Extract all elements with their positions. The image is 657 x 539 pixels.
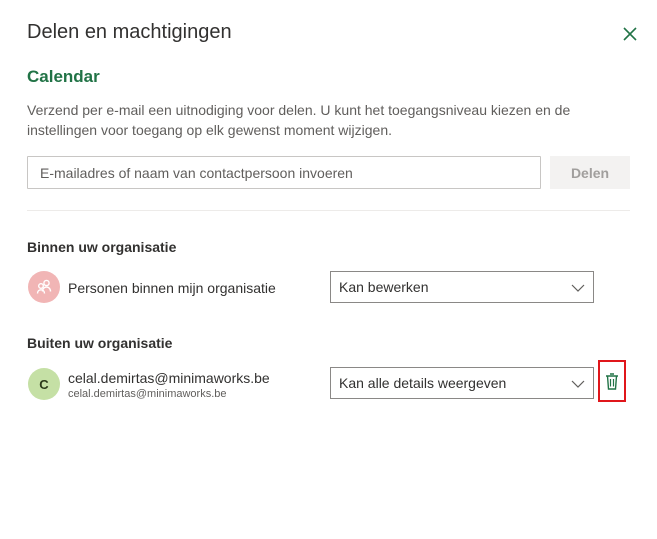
trash-icon [606, 372, 618, 390]
divider [27, 210, 630, 211]
person-email: celal.demirtas@minimaworks.be [68, 388, 227, 400]
avatar: C [28, 368, 60, 400]
permission-dropdown[interactable]: Kan alle details weergeven [330, 367, 594, 399]
permission-dropdown[interactable]: Kan bewerken [330, 271, 594, 303]
avatar [28, 271, 60, 303]
permission-value: Kan bewerken [339, 279, 429, 295]
people-icon [36, 279, 52, 294]
close-button[interactable] [619, 23, 641, 45]
share-description: Verzend per e-mail een uitnodiging voor … [27, 102, 571, 138]
chevron-down-icon [571, 284, 585, 292]
close-icon [623, 27, 637, 41]
recipient-input[interactable] [27, 156, 541, 189]
section-heading-outside: Buiten uw organisatie [27, 335, 173, 351]
person-name: Personen binnen mijn organisatie [68, 280, 276, 296]
calendar-name: Calendar [27, 67, 100, 86]
section-heading-inside: Binnen uw organisatie [27, 239, 177, 255]
permission-value: Kan alle details weergeven [339, 375, 507, 391]
dialog-title: Delen en machtigingen [27, 21, 232, 43]
person-name: celal.demirtas@minimaworks.be [68, 370, 270, 386]
remove-permission-button[interactable] [598, 360, 626, 402]
chevron-down-icon [571, 380, 585, 388]
share-button[interactable]: Delen [550, 156, 630, 189]
